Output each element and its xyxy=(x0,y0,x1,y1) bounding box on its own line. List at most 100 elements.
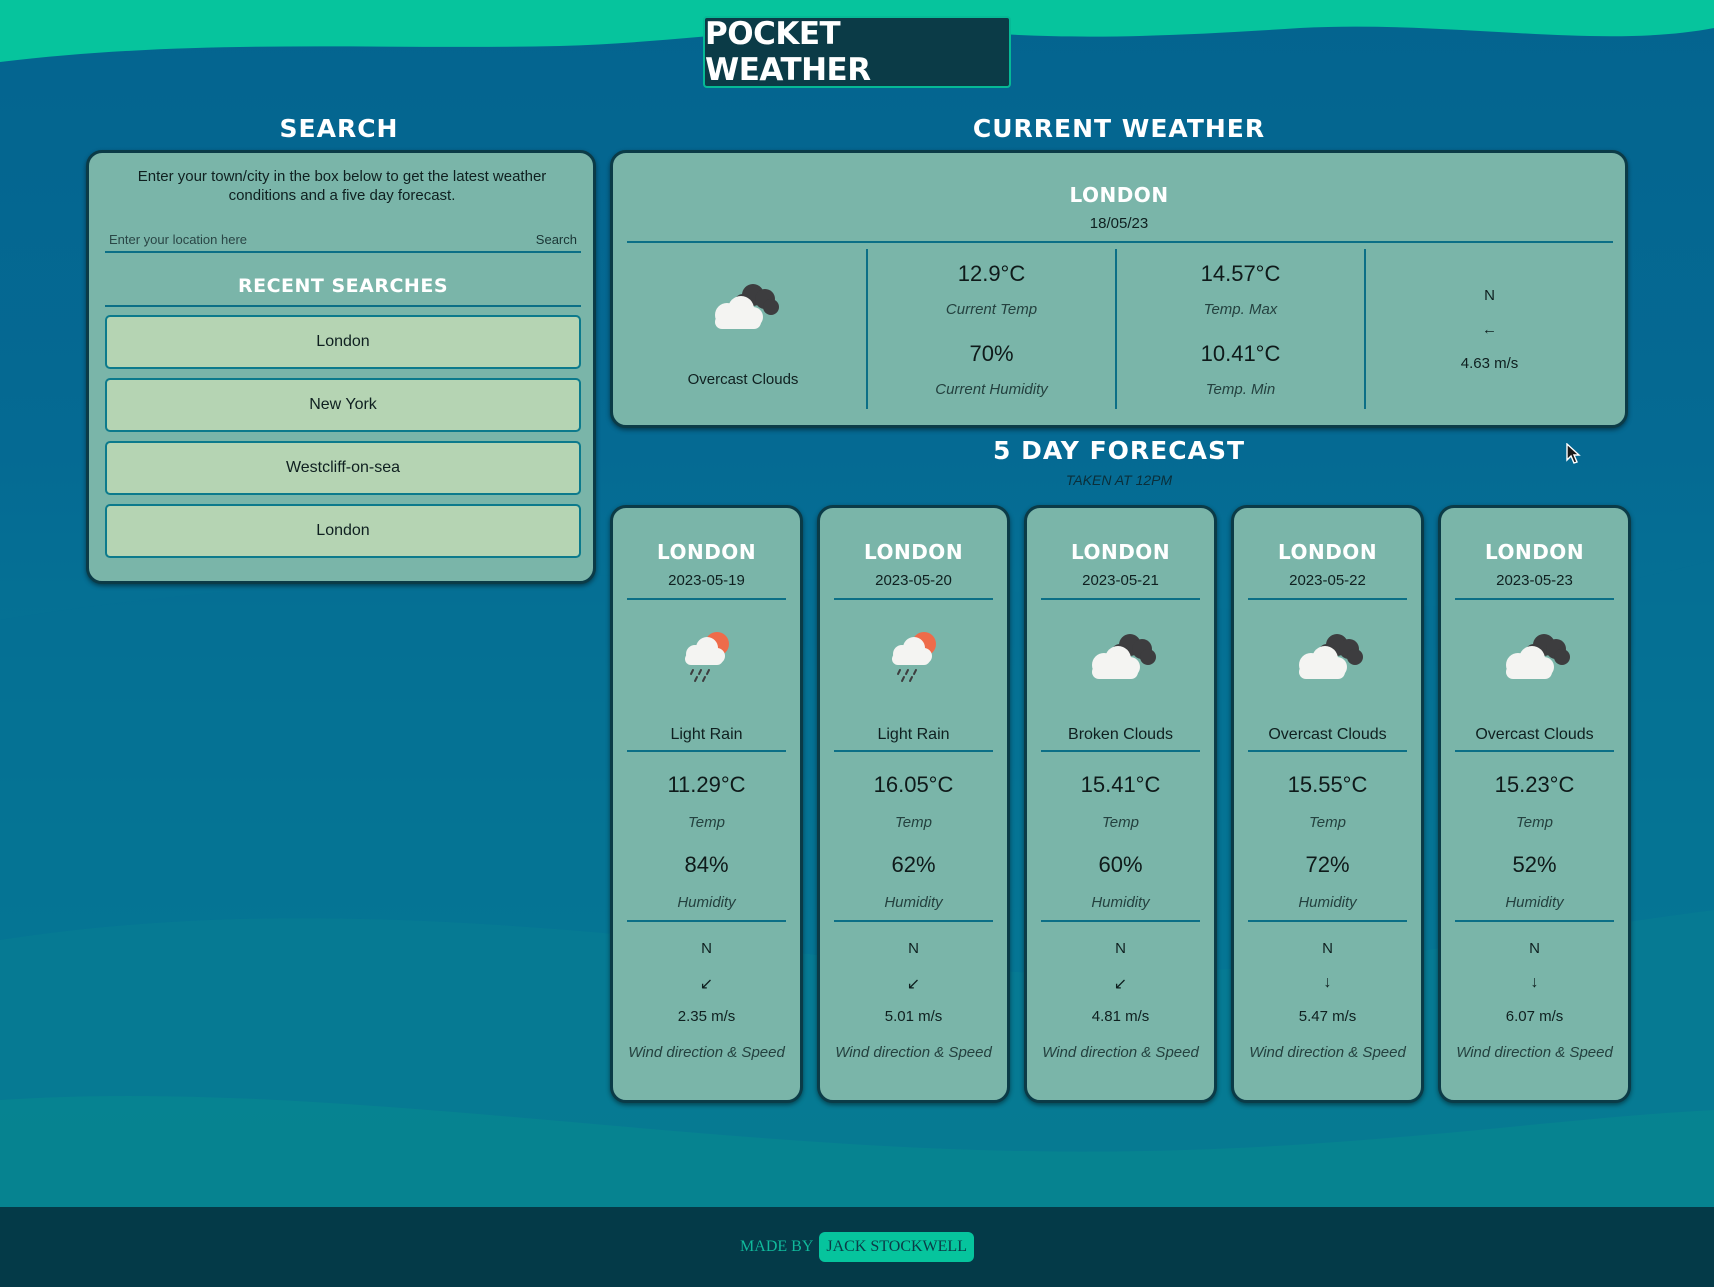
temp-min-label: Temp. Min xyxy=(1205,381,1276,398)
forecast-city: LONDON xyxy=(863,540,964,564)
wind-north-label: N xyxy=(1115,940,1126,957)
forecast-temp-label: Temp xyxy=(1309,814,1346,831)
divider xyxy=(627,598,786,600)
wind-direction-arrow-icon: ↙ xyxy=(699,976,714,993)
forecast-date: 2023-05-22 xyxy=(1289,572,1366,589)
forecast-description: Overcast Clouds xyxy=(1268,726,1387,743)
wind-direction-arrow-icon: ← xyxy=(1482,321,1497,338)
divider xyxy=(1455,750,1614,752)
divider xyxy=(834,920,993,922)
forecast-humidity-label: Humidity xyxy=(884,894,943,911)
light-rain-icon xyxy=(892,632,936,682)
forecast-card: LONDON 2023-05-20 Light Rain 16.05°C Tem… xyxy=(817,505,1010,1103)
recent-search-item[interactable]: Westcliff-on-sea xyxy=(105,441,581,495)
forecast-description: Broken Clouds xyxy=(1068,726,1173,743)
wind-speed: 6.07 m/s xyxy=(1505,1008,1564,1025)
wind-label: Wind direction & Speed xyxy=(1456,1044,1613,1061)
forecast-temp: 15.23°C xyxy=(1494,772,1575,797)
divider xyxy=(1248,920,1407,922)
wind-speed: 5.01 m/s xyxy=(884,1008,943,1025)
forecast-description: Light Rain xyxy=(877,726,950,743)
forecast-humidity: 60% xyxy=(1098,852,1143,877)
current-icon-column: Overcast Clouds xyxy=(627,249,859,409)
recent-search-item[interactable]: New York xyxy=(105,378,581,432)
divider xyxy=(1455,920,1614,922)
forecast-humidity-label: Humidity xyxy=(1298,894,1357,911)
forecast-date: 2023-05-19 xyxy=(668,572,745,589)
forecast-temp: 16.05°C xyxy=(873,772,954,797)
forecast-description: Light Rain xyxy=(670,726,743,743)
current-description: Overcast Clouds xyxy=(687,371,799,388)
divider xyxy=(627,241,1613,243)
divider xyxy=(834,750,993,752)
wind-label: Wind direction & Speed xyxy=(835,1044,992,1061)
divider xyxy=(1248,750,1407,752)
forecast-temp: 15.55°C xyxy=(1287,772,1368,797)
wind-speed: 4.63 m/s xyxy=(1460,355,1519,372)
forecast-city: LONDON xyxy=(1070,540,1171,564)
wind-north-label: N xyxy=(908,940,919,957)
forecast-temp-label: Temp xyxy=(688,814,725,831)
divider xyxy=(834,598,993,600)
current-temp: 12.9°C xyxy=(957,261,1026,286)
wind-north-label: N xyxy=(1484,287,1495,304)
current-date: 18/05/23 xyxy=(1089,215,1149,232)
current-temp-column: 12.9°C Current Temp 70% Current Humidity xyxy=(868,249,1115,409)
divider xyxy=(1455,598,1614,600)
light-rain-icon xyxy=(685,632,729,682)
current-wind-column: N ← 4.63 m/s xyxy=(1366,249,1613,409)
wind-north-label: N xyxy=(1322,940,1333,957)
current-weather-title: CURRENT WEATHER xyxy=(972,114,1266,143)
recent-search-item[interactable]: London xyxy=(105,504,581,558)
wind-direction-arrow-icon: ↙ xyxy=(906,976,921,993)
forecast-card: LONDON 2023-05-22 Overcast Clouds 15.55°… xyxy=(1231,505,1424,1103)
forecast-date: 2023-05-20 xyxy=(875,572,952,589)
forecast-humidity: 52% xyxy=(1512,852,1557,877)
forecast-humidity-label: Humidity xyxy=(1091,894,1150,911)
forecast-temp-label: Temp xyxy=(895,814,932,831)
divider xyxy=(627,920,786,922)
current-weather-panel: LONDON 18/05/23 Overcast Clouds 12.9°C C… xyxy=(610,150,1628,428)
overcast-clouds-icon xyxy=(1506,634,1570,679)
forecast-temp: 15.41°C xyxy=(1080,772,1161,797)
temp-max-label: Temp. Max xyxy=(1203,301,1278,318)
divider xyxy=(1041,750,1200,752)
wind-direction-arrow-icon: ↓ xyxy=(1530,974,1539,991)
forecast-temp-label: Temp xyxy=(1516,814,1553,831)
current-minmax-column: 14.57°C Temp. Max 10.41°C Temp. Min xyxy=(1117,249,1364,409)
forecast-temp: 11.29°C xyxy=(667,772,746,797)
divider xyxy=(1041,598,1200,600)
footer-made-by: MADE BY xyxy=(740,1238,814,1255)
forecast-date: 2023-05-21 xyxy=(1082,572,1159,589)
overcast-clouds-icon xyxy=(1299,634,1363,679)
divider xyxy=(105,305,581,307)
search-button[interactable]: Search xyxy=(536,232,581,247)
temp-max: 14.57°C xyxy=(1200,261,1281,286)
wind-label: Wind direction & Speed xyxy=(1042,1044,1199,1061)
broken-clouds-icon xyxy=(1092,634,1156,679)
wind-direction-arrow-icon: ↓ xyxy=(1323,974,1332,991)
forecast-humidity-label: Humidity xyxy=(677,894,736,911)
current-humidity: 70% xyxy=(969,341,1014,366)
current-city: LONDON xyxy=(1069,183,1169,207)
footer: MADE BY JACK STOCKWELL xyxy=(0,1207,1714,1287)
overcast-clouds-icon xyxy=(715,284,779,329)
recent-searches-list: London New York Westcliff-on-sea London xyxy=(105,315,581,567)
forecast-description: Overcast Clouds xyxy=(1475,726,1594,743)
forecast-humidity-label: Humidity xyxy=(1505,894,1564,911)
forecast-humidity: 62% xyxy=(891,852,936,877)
recent-search-item[interactable]: London xyxy=(105,315,581,369)
divider xyxy=(1248,598,1407,600)
wind-direction-arrow-icon: ↙ xyxy=(1113,976,1128,993)
search-form: Search xyxy=(105,227,581,253)
forecast-card: LONDON 2023-05-21 Broken Clouds 15.41°C … xyxy=(1024,505,1217,1103)
forecast-humidity: 84% xyxy=(684,852,729,877)
wind-label: Wind direction & Speed xyxy=(1249,1044,1406,1061)
footer-author-link[interactable]: JACK STOCKWELL xyxy=(819,1232,974,1262)
wind-speed: 4.81 m/s xyxy=(1091,1008,1150,1025)
forecast-card: LONDON 2023-05-19 Light Rain 11.29°C Tem… xyxy=(610,505,803,1103)
divider xyxy=(1041,920,1200,922)
search-input[interactable] xyxy=(105,231,485,247)
forecast-city: LONDON xyxy=(1277,540,1378,564)
current-temp-label: Current Temp xyxy=(945,301,1038,318)
